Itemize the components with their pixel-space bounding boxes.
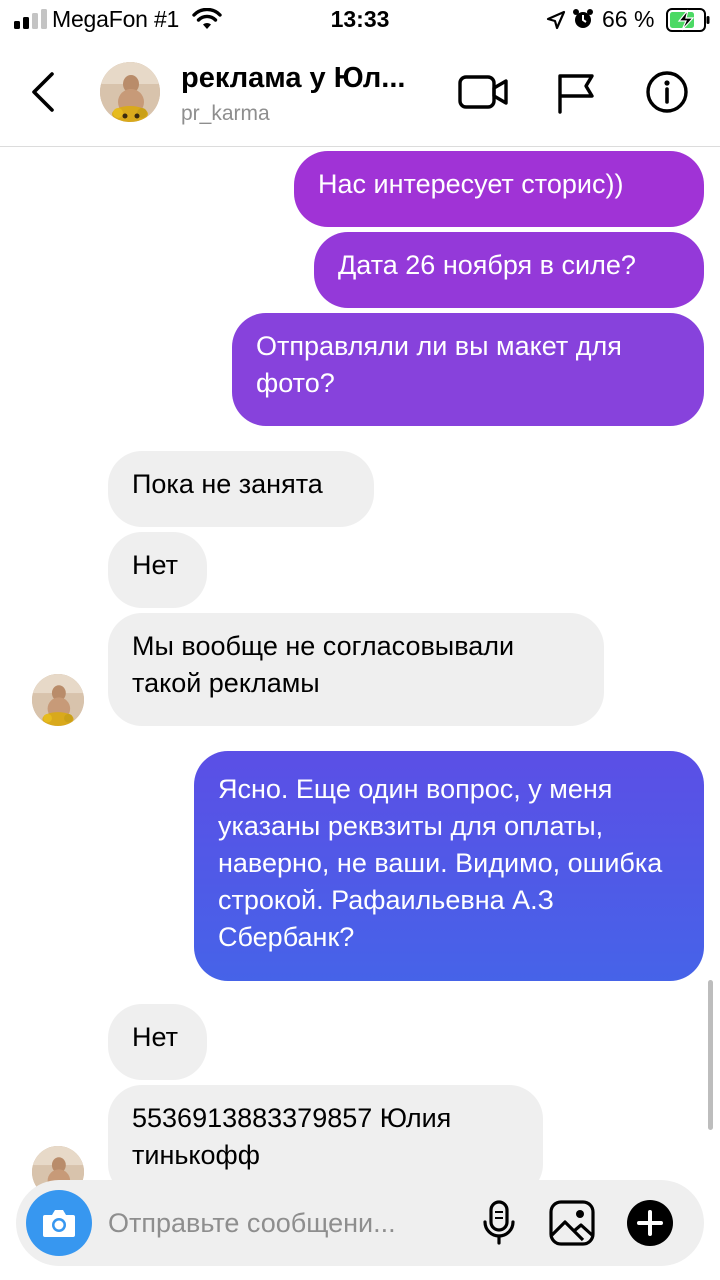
incoming-message[interactable]: Мы вообще не согласовывали такой рекламы bbox=[108, 613, 604, 726]
location-icon bbox=[546, 10, 566, 30]
incoming-message[interactable]: Нет bbox=[108, 532, 207, 608]
back-icon[interactable] bbox=[26, 70, 62, 114]
gallery-icon[interactable] bbox=[548, 1199, 596, 1247]
incoming-message[interactable]: Пока не занята bbox=[108, 451, 374, 527]
sender-avatar[interactable] bbox=[32, 674, 84, 726]
camera-button[interactable] bbox=[26, 1190, 92, 1256]
message-composer bbox=[16, 1180, 704, 1266]
outgoing-message[interactable]: Дата 26 ноября в силе? bbox=[314, 232, 704, 308]
video-call-icon[interactable] bbox=[456, 70, 512, 114]
chat-header: реклама у Юл... pr_karma bbox=[0, 40, 720, 147]
profile-avatar[interactable] bbox=[100, 62, 160, 122]
incoming-message[interactable]: Нет bbox=[108, 1004, 207, 1080]
chat-title[interactable]: реклама у Юл... bbox=[181, 62, 405, 95]
status-bar: MegaFon #1 13:33 66 % bbox=[0, 0, 720, 40]
info-icon[interactable] bbox=[644, 70, 690, 114]
camera-icon bbox=[43, 1210, 75, 1237]
outgoing-message[interactable]: Ясно. Еще один вопрос, у меня указаны ре… bbox=[194, 751, 704, 981]
flag-icon[interactable] bbox=[552, 70, 600, 114]
outgoing-message[interactable]: Отправляли ли вы макет для фото? bbox=[232, 313, 704, 426]
microphone-icon[interactable] bbox=[482, 1200, 516, 1246]
battery-percent: 66 % bbox=[602, 6, 655, 32]
battery-charging-icon bbox=[666, 8, 710, 32]
outgoing-message[interactable]: Нас интересует сторис)) bbox=[294, 151, 704, 227]
message-input[interactable] bbox=[108, 1202, 468, 1244]
plus-icon[interactable] bbox=[626, 1199, 674, 1247]
chat-username[interactable]: pr_karma bbox=[181, 102, 270, 126]
alarm-icon bbox=[573, 9, 593, 28]
scrollbar[interactable] bbox=[708, 980, 713, 1130]
